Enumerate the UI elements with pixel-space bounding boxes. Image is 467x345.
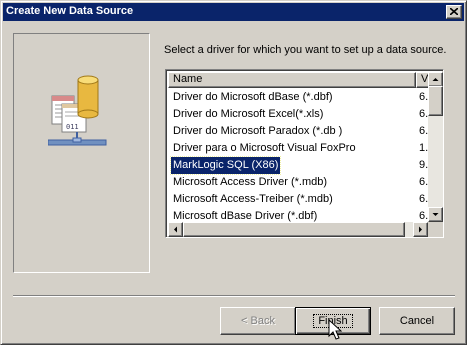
list-item[interactable]: Driver para o Microsoft Visual FoxPro 1. <box>168 140 428 157</box>
driver-name: Driver do Microsoft Paradox (*.db ) <box>173 125 343 137</box>
wizard-art-panel: 011 <box>13 33 150 273</box>
window-title: Create New Data Source <box>6 5 134 17</box>
driver-name: Microsoft Access-Treiber (*.mdb) <box>173 193 333 205</box>
driver-version: 9. <box>419 159 429 171</box>
svg-text:011: 011 <box>66 123 79 131</box>
driver-list[interactable]: Name V Driver do Microsoft dBase (*.dbf)… <box>165 69 444 238</box>
list-item[interactable]: Driver do Microsoft dBase (*.dbf) 6. <box>168 89 428 106</box>
driver-version: 6. <box>419 125 429 137</box>
arrow-left-icon <box>174 226 177 233</box>
driver-version: 6. <box>419 176 429 188</box>
column-header-name[interactable]: Name <box>168 72 416 88</box>
arrow-right-icon <box>419 226 422 233</box>
list-item[interactable]: Driver do Microsoft Excel(*.xls) 6. <box>168 106 428 123</box>
list-header: Name V <box>168 72 442 88</box>
driver-name: Microsoft Access Driver (*.mdb) <box>173 176 328 188</box>
close-icon <box>450 8 458 15</box>
scroll-left-button[interactable] <box>168 222 183 237</box>
create-new-data-source-dialog: Create New Data Source 011 Select a driv… <box>0 0 467 345</box>
vertical-scroll-thumb[interactable] <box>428 86 443 116</box>
database-driver-icon: 011 <box>48 75 107 146</box>
vertical-scrollbar[interactable] <box>428 72 443 222</box>
driver-version: 6. <box>419 108 429 120</box>
list-item[interactable]: Driver do Microsoft Paradox (*.db ) 6. <box>168 123 428 140</box>
driver-name: MarkLogic SQL (X86) <box>169 156 282 175</box>
list-rows: Driver do Microsoft dBase (*.dbf) 6. Dri… <box>168 89 428 225</box>
driver-name: Driver do Microsoft dBase (*.dbf) <box>173 91 333 103</box>
back-button[interactable]: < Back <box>220 307 296 335</box>
scroll-down-button[interactable] <box>428 207 443 222</box>
scroll-up-button[interactable] <box>428 72 443 87</box>
scroll-right-button[interactable] <box>413 222 428 237</box>
horizontal-scrollbar[interactable] <box>168 222 428 237</box>
arrow-down-icon <box>432 213 439 216</box>
driver-name: Driver para o Microsoft Visual FoxPro <box>173 142 356 154</box>
separator <box>13 295 455 297</box>
mouse-cursor-icon <box>328 319 342 340</box>
driver-version: 6. <box>419 91 429 103</box>
list-item[interactable]: Microsoft Access Driver (*.mdb) 6. <box>168 174 428 191</box>
driver-version: 1. <box>419 142 429 154</box>
driver-version: 6. <box>419 193 429 205</box>
scrollbar-corner <box>428 222 443 237</box>
horizontal-scroll-thumb[interactable] <box>183 222 405 237</box>
driver-name: Driver do Microsoft Excel(*.xls) <box>173 108 324 120</box>
list-item[interactable]: Microsoft Access-Treiber (*.mdb) 6. <box>168 191 428 208</box>
list-item-selected[interactable]: MarkLogic SQL (X86) 9. <box>168 156 429 175</box>
title-bar: Create New Data Source <box>3 3 464 21</box>
instruction-text: Select a driver for which you want to se… <box>164 44 447 56</box>
close-button[interactable] <box>446 5 462 19</box>
cancel-button[interactable]: Cancel <box>379 307 455 335</box>
arrow-up-icon <box>432 78 439 81</box>
